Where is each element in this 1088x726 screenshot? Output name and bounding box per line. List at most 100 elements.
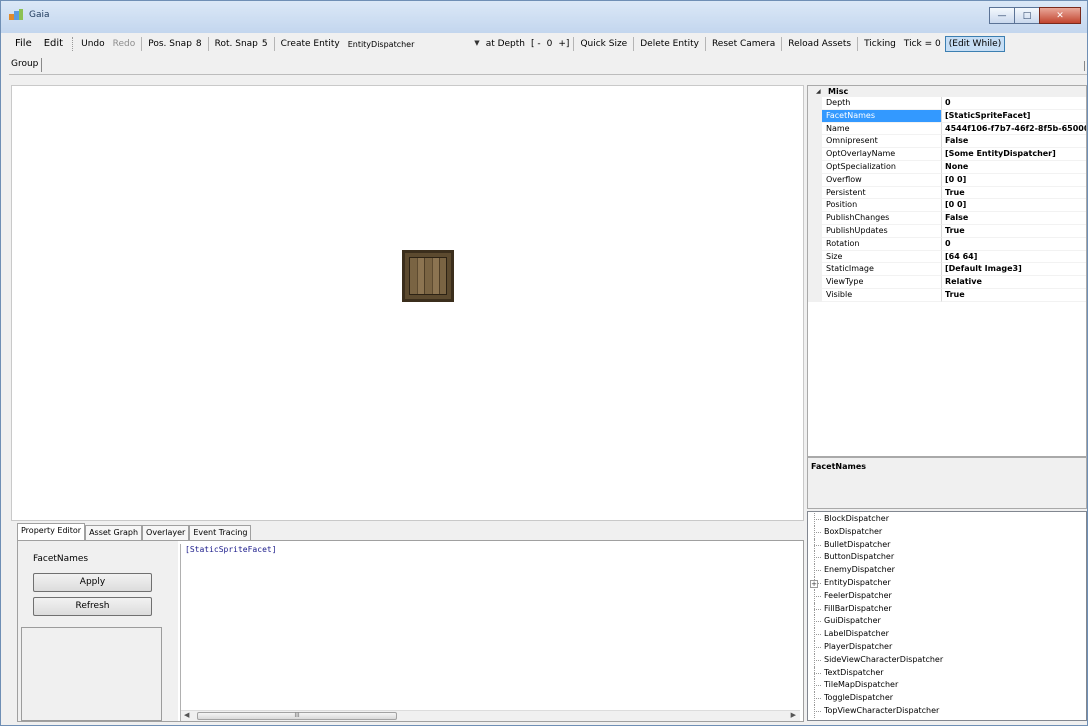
property-name[interactable]: Visible xyxy=(822,288,942,302)
toolbar-grip[interactable] xyxy=(72,37,74,51)
property-name[interactable]: Omnipresent xyxy=(822,135,942,149)
property-row[interactable]: ViewType Relative xyxy=(808,276,1086,289)
property-row[interactable]: Name 4544f106-f7b7-46f2-8f5b-65000 xyxy=(808,122,1086,136)
reset-camera-button[interactable]: Reset Camera xyxy=(708,35,779,53)
property-value-editor[interactable]: [StaticSpriteFacet] ◀ III ▶ xyxy=(180,544,800,721)
tree-item[interactable]: ButtonDispatcher xyxy=(808,551,1086,564)
entity-dispatcher-combo[interactable]: EntityDispatcher ▼ xyxy=(344,36,482,52)
tree-item[interactable]: BulletDispatcher xyxy=(808,538,1086,552)
property-name[interactable]: Persistent xyxy=(822,186,942,200)
property-name[interactable]: Depth xyxy=(822,97,942,110)
maximize-button[interactable]: □ xyxy=(1014,7,1040,24)
property-category[interactable]: ◢ Misc xyxy=(808,86,1086,97)
property-name[interactable]: Overflow xyxy=(822,173,942,187)
property-row[interactable]: Rotation 0 xyxy=(808,237,1086,251)
property-value[interactable]: [StaticSpriteFacet] xyxy=(942,110,1086,123)
property-value[interactable]: 0 xyxy=(942,97,1086,110)
property-value[interactable]: True xyxy=(942,289,1086,302)
ticking-button[interactable]: Ticking xyxy=(860,35,900,53)
scroll-right-icon[interactable]: ▶ xyxy=(791,711,796,719)
quick-size-button[interactable]: Quick Size xyxy=(576,35,631,53)
property-value[interactable]: [Default Image3] xyxy=(942,263,1086,277)
scroll-left-icon[interactable]: ◀ xyxy=(184,711,189,719)
property-name[interactable]: PublishChanges xyxy=(822,212,942,225)
tree-item[interactable]: SideViewCharacterDispatcher xyxy=(808,653,1086,667)
property-row[interactable]: FacetNames [StaticSpriteFacet] xyxy=(808,109,1086,123)
property-row[interactable]: Size [64 64] xyxy=(808,250,1086,264)
tree-item[interactable]: EnemyDispatcher xyxy=(808,564,1086,577)
depth-increase-button[interactable]: +] xyxy=(556,35,571,53)
reload-assets-button[interactable]: Reload Assets xyxy=(784,35,855,53)
tree-item[interactable]: BoxDispatcher xyxy=(808,525,1086,539)
tree-item[interactable]: BlockDispatcher xyxy=(808,513,1086,526)
property-name[interactable]: PublishUpdates xyxy=(822,224,942,238)
tab-asset-graph[interactable]: Asset Graph xyxy=(85,525,143,540)
tree-item[interactable]: + EntityDispatcher xyxy=(808,576,1086,590)
property-row[interactable]: Visible True xyxy=(808,288,1086,302)
property-value[interactable]: 0 xyxy=(942,238,1086,251)
pos-snap-input[interactable]: 8 xyxy=(196,35,206,53)
tree-item[interactable]: TopViewCharacterDispatcher xyxy=(808,704,1086,718)
title-bar[interactable]: Gaia — □ ✕ xyxy=(1,1,1087,33)
scene-viewport[interactable] xyxy=(11,85,804,521)
property-row[interactable]: PublishChanges False xyxy=(808,212,1086,225)
edit-while-toggle[interactable]: (Edit While) xyxy=(944,36,1006,52)
tab-overlayer[interactable]: Overlayer xyxy=(142,525,190,540)
property-name[interactable]: FacetNames xyxy=(822,109,942,123)
create-entity-button[interactable]: Create Entity xyxy=(277,35,344,53)
refresh-button[interactable]: Refresh xyxy=(33,597,152,616)
property-value[interactable]: [0 0] xyxy=(942,199,1086,213)
horizontal-scrollbar[interactable]: ◀ III ▶ xyxy=(181,710,800,721)
dropdown-arrow-icon[interactable]: ▼ xyxy=(474,39,479,47)
tree-item[interactable]: TileMapDispatcher xyxy=(808,679,1086,692)
property-row[interactable]: OptSpecialization None xyxy=(808,160,1086,174)
expand-plus-icon[interactable]: + xyxy=(810,579,818,588)
depth-decrease-button[interactable]: [ - xyxy=(529,35,543,53)
property-name[interactable]: Rotation xyxy=(822,237,942,251)
property-row[interactable]: StaticImage [Default Image3] xyxy=(808,263,1086,277)
tab-event-tracing[interactable]: Event Tracing xyxy=(189,525,252,540)
property-name[interactable]: Name xyxy=(822,122,942,136)
close-button[interactable]: ✕ xyxy=(1039,7,1081,24)
tree-item[interactable]: PlayerDispatcher xyxy=(808,640,1086,654)
delete-entity-button[interactable]: Delete Entity xyxy=(636,35,703,53)
property-row[interactable]: Omnipresent False xyxy=(808,135,1086,149)
editor-text[interactable]: [StaticSpriteFacet] xyxy=(185,545,277,554)
property-value[interactable]: Relative xyxy=(942,276,1086,289)
collapse-triangle-icon[interactable]: ◢ xyxy=(816,86,828,97)
rot-snap-input[interactable]: 5 xyxy=(262,35,272,53)
tree-item[interactable]: ToggleDispatcher xyxy=(808,692,1086,705)
property-value[interactable]: [0 0] xyxy=(942,174,1086,187)
property-row[interactable]: Overflow [0 0] xyxy=(808,173,1086,187)
minimize-button[interactable]: — xyxy=(989,7,1015,24)
property-value[interactable]: None xyxy=(942,161,1086,174)
edit-menu[interactable]: Edit xyxy=(38,35,69,53)
property-row[interactable]: Persistent True xyxy=(808,186,1086,200)
tree-item[interactable]: GuiDispatcher xyxy=(808,615,1086,628)
tree-item[interactable]: FeelerDispatcher xyxy=(808,589,1086,603)
property-value[interactable]: 4544f106-f7b7-46f2-8f5b-65000 xyxy=(942,123,1086,136)
property-value[interactable]: True xyxy=(942,225,1086,238)
group-tab[interactable]: Group xyxy=(9,58,43,72)
property-value[interactable]: True xyxy=(942,187,1086,200)
property-row[interactable]: PublishUpdates True xyxy=(808,224,1086,238)
property-name[interactable]: StaticImage xyxy=(822,263,942,277)
undo-button[interactable]: Undo xyxy=(77,35,109,53)
property-name[interactable]: Size xyxy=(822,250,942,264)
property-name[interactable]: OptOverlayName xyxy=(822,148,942,161)
file-menu[interactable]: File xyxy=(9,35,38,53)
depth-input[interactable]: 0 xyxy=(543,35,557,53)
property-name[interactable]: ViewType xyxy=(822,276,942,289)
property-row[interactable]: Depth 0 xyxy=(808,97,1086,110)
scroll-thumb[interactable]: III xyxy=(197,712,397,720)
property-value[interactable]: False xyxy=(942,135,1086,149)
property-value[interactable]: [Some EntityDispatcher] xyxy=(942,148,1086,161)
apply-button[interactable]: Apply xyxy=(33,573,152,592)
crate-entity[interactable] xyxy=(402,250,454,302)
property-row[interactable]: OptOverlayName [Some EntityDispatcher] xyxy=(808,148,1086,161)
property-name[interactable]: Position xyxy=(822,199,942,213)
property-value[interactable]: False xyxy=(942,212,1086,225)
tree-item[interactable]: TextDispatcher xyxy=(808,666,1086,680)
property-row[interactable]: Position [0 0] xyxy=(808,199,1086,213)
property-name[interactable]: OptSpecialization xyxy=(822,160,942,174)
